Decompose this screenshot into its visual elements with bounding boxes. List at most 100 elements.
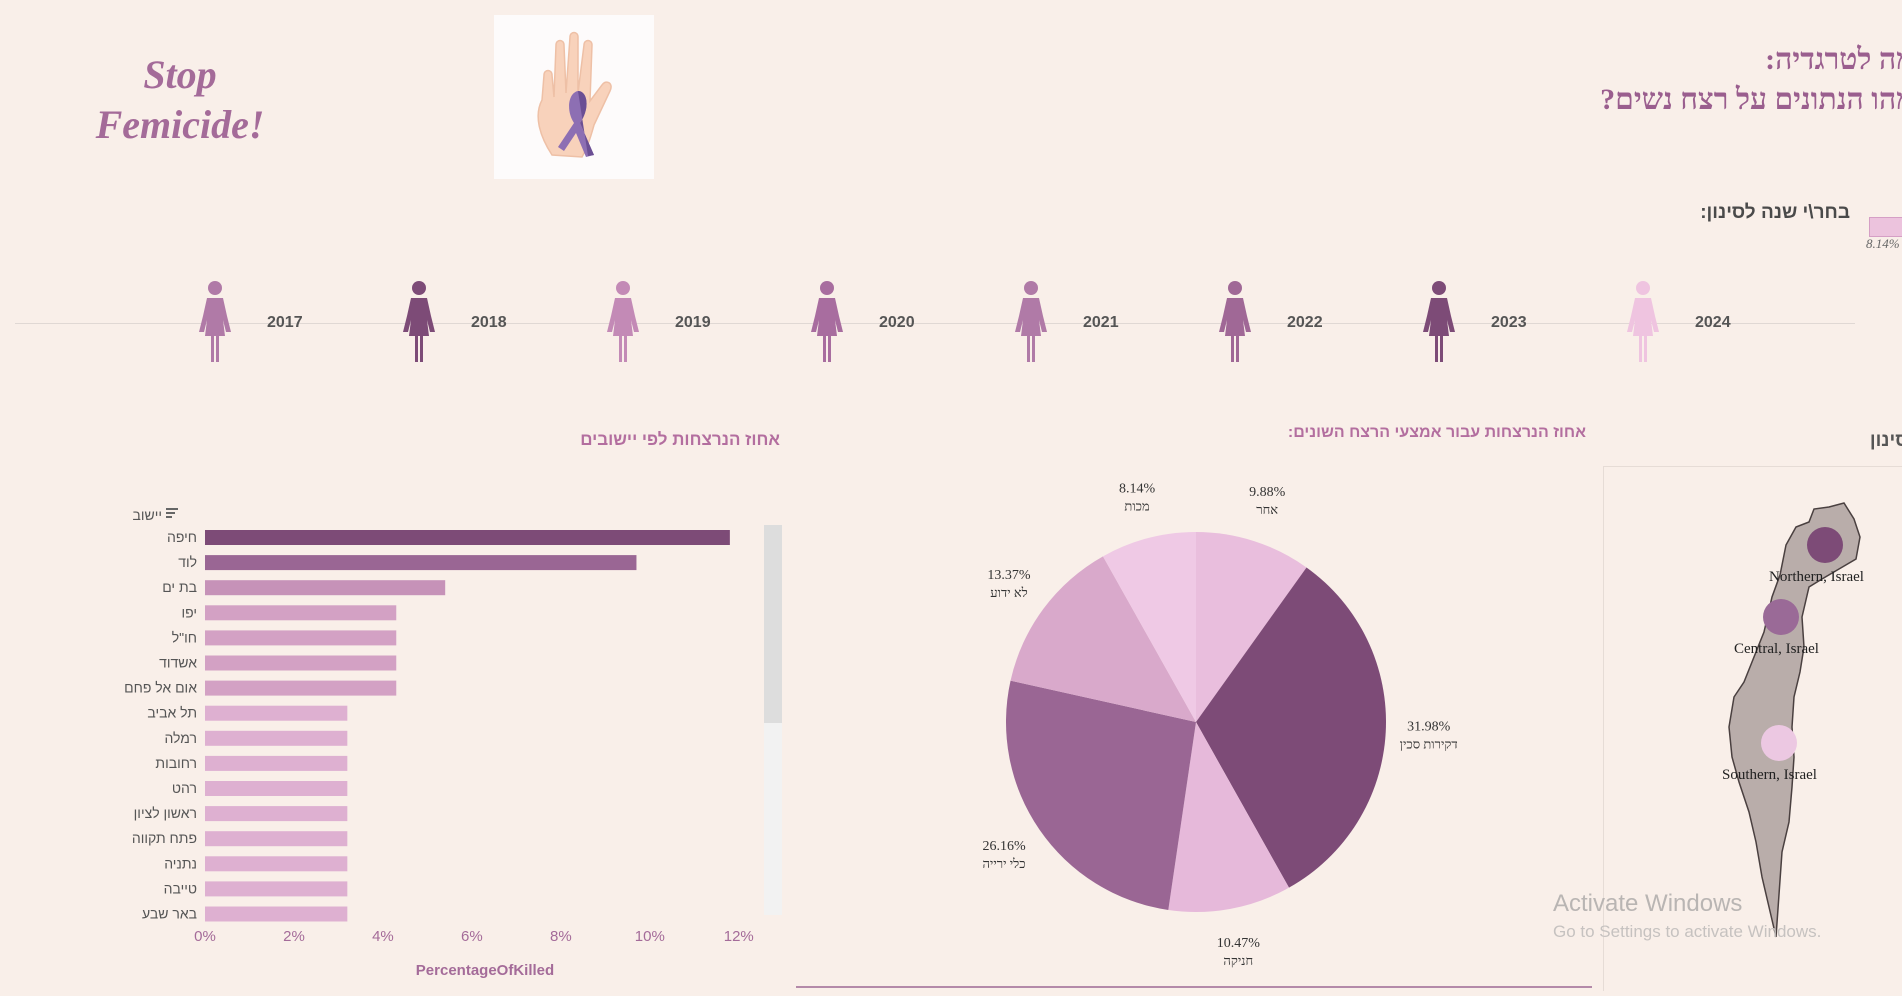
- pie-slice-label: לא ידוע: [990, 585, 1027, 600]
- sort-icon[interactable]: [166, 508, 178, 518]
- bar[interactable]: [205, 730, 348, 746]
- woman-icon: [199, 281, 231, 362]
- bar[interactable]: [205, 655, 397, 671]
- bar[interactable]: [205, 555, 637, 571]
- bar-category-label: אום אל פחם: [124, 680, 197, 696]
- pie-chart-title: אחוז הנרצחות עבור אמצעי הרצח השונים:: [1287, 424, 1586, 441]
- bar-chart: יישוב חיפה לוד בת ים יפו חו"ל אשדוד אום אל פחם ת…: [124, 507, 754, 945]
- year-label: 2023: [1491, 314, 1527, 331]
- bar-category-label: פתח תקווה: [132, 830, 197, 846]
- pie-slice-label: אחר: [1256, 502, 1278, 517]
- x-tick-label: 2%: [283, 928, 305, 945]
- year-option-2024[interactable]: 2024: [1623, 280, 1793, 362]
- x-tick-label: 0%: [194, 928, 216, 945]
- map-region-marker[interactable]: [1807, 527, 1843, 563]
- year-option-2022[interactable]: 2022: [1215, 280, 1385, 362]
- bar-category-label: טייבה: [164, 880, 197, 896]
- bar[interactable]: [205, 781, 348, 796]
- logo-text: Stop Femicide!: [80, 50, 280, 150]
- map-region-marker[interactable]: [1761, 725, 1797, 761]
- pie-slice-label: חניקה: [1223, 953, 1253, 968]
- pie-slice-value: 13.37%: [987, 568, 1031, 583]
- bar-category-label: רמלה: [164, 730, 197, 746]
- bar-category-label: רחובות: [155, 755, 197, 771]
- woman-icon: [1627, 281, 1659, 362]
- bar[interactable]: [205, 580, 446, 596]
- pie-chart-panel: 9.88% אחר 31.98% דקירות סכין 10.47% חניקה 26.1…: [796, 465, 1596, 990]
- pie-slice-value: 8.14%: [1119, 482, 1156, 497]
- bar-chart-title: אחוז הנרצחות לפי יישובים: [580, 430, 780, 449]
- pie-panel-divider: [796, 986, 1592, 988]
- bar-x-axis-title: PercentageOfKilled: [415, 962, 555, 979]
- x-tick-label: 8%: [550, 928, 572, 945]
- watermark-subtitle: Go to Settings to activate Windows.: [1553, 922, 1822, 941]
- logo-line-2: Femicide!: [95, 102, 265, 147]
- bar-category-label: אשדוד: [159, 655, 197, 671]
- woman-icon: [1015, 281, 1047, 362]
- woman-icon: [403, 281, 435, 362]
- map-region-marker[interactable]: [1763, 599, 1799, 635]
- bar-category-label: רהט: [172, 780, 197, 796]
- bar-category-label: חיפה: [167, 529, 197, 545]
- bar-chart-panel: יישוב חיפה לוד בת ים יפו חו"ל אשדוד אום אל פחם ת…: [110, 500, 790, 990]
- legend-swatch: [1869, 217, 1902, 237]
- bar[interactable]: [205, 856, 348, 872]
- woman-icon: [1423, 281, 1455, 362]
- year-option-2017[interactable]: 2017: [195, 280, 365, 362]
- logo-line-1: Stop: [143, 52, 217, 97]
- pie-slice-label: מכות: [1124, 499, 1150, 514]
- pie-slice-value: 9.88%: [1249, 485, 1286, 500]
- bar[interactable]: [205, 680, 397, 696]
- year-label: 2018: [471, 314, 507, 331]
- bar[interactable]: [205, 530, 730, 545]
- pie-slice-value: 31.98%: [1407, 720, 1451, 735]
- pie-slice-value: 26.16%: [982, 839, 1026, 854]
- year-option-2023[interactable]: 2023: [1419, 280, 1589, 362]
- year-option-2019[interactable]: 2019: [603, 280, 773, 362]
- headline-line-2: מהו הנתונים על רצח נשים?: [1600, 83, 1902, 116]
- bar-category-label: בת ים: [162, 579, 197, 595]
- x-tick-label: 12%: [724, 928, 754, 945]
- bar-category-label: לוד: [178, 554, 197, 570]
- bar[interactable]: [205, 605, 397, 621]
- bar-category-label: באר שבע: [142, 906, 197, 922]
- hand-ribbon-image: [494, 15, 654, 179]
- year-label: 2020: [879, 314, 915, 331]
- bar[interactable]: [205, 806, 348, 822]
- pie-slice-value: 10.47%: [1217, 936, 1261, 951]
- pie-slice-label: דקירות סכין: [1400, 737, 1458, 752]
- year-label: 2021: [1083, 314, 1119, 331]
- bar-category-label: יפו: [181, 604, 197, 620]
- bar-category-label: ראשון לציון: [134, 805, 197, 821]
- x-tick-label: 6%: [461, 928, 483, 945]
- bar-chart-scroll-thumb[interactable]: [764, 525, 782, 723]
- year-option-2020[interactable]: 2020: [807, 280, 977, 362]
- woman-icon: [811, 281, 843, 362]
- legend-value: 8.14%: [1866, 236, 1900, 251]
- pie-chart: 9.88% אחר 31.98% דקירות סכין 10.47% חניקה 26.1…: [982, 482, 1458, 969]
- woman-icon: [607, 281, 639, 362]
- bar[interactable]: [205, 906, 348, 922]
- bar[interactable]: [205, 831, 348, 847]
- map-region-label: Northern, Israel: [1769, 569, 1864, 585]
- bar[interactable]: [205, 881, 348, 897]
- year-label: 2019: [675, 314, 711, 331]
- year-label: 2017: [267, 314, 303, 331]
- bar[interactable]: [205, 755, 348, 771]
- bar-category-label: חו"ל: [172, 629, 197, 645]
- year-filter-label: בחר\י שנה לסינון:: [1700, 202, 1850, 223]
- bar-category-label: תל אביב: [147, 705, 197, 721]
- x-tick-label: 10%: [635, 928, 665, 945]
- year-option-2021[interactable]: 2021: [1011, 280, 1181, 362]
- headline-line-1: מה לטרגדיה:: [1765, 43, 1902, 76]
- year-option-2018[interactable]: 2018: [399, 280, 569, 362]
- year-label: 2022: [1287, 314, 1323, 331]
- map-region-label: Central, Israel: [1734, 641, 1819, 657]
- bar[interactable]: [205, 705, 348, 721]
- bar[interactable]: [205, 630, 397, 646]
- x-tick-label: 4%: [372, 928, 394, 945]
- map-region-label: Southern, Israel: [1722, 767, 1817, 783]
- bar-category-label: נתניה: [164, 855, 197, 871]
- woman-icon: [1219, 281, 1251, 362]
- y-axis-header: יישוב: [132, 507, 162, 523]
